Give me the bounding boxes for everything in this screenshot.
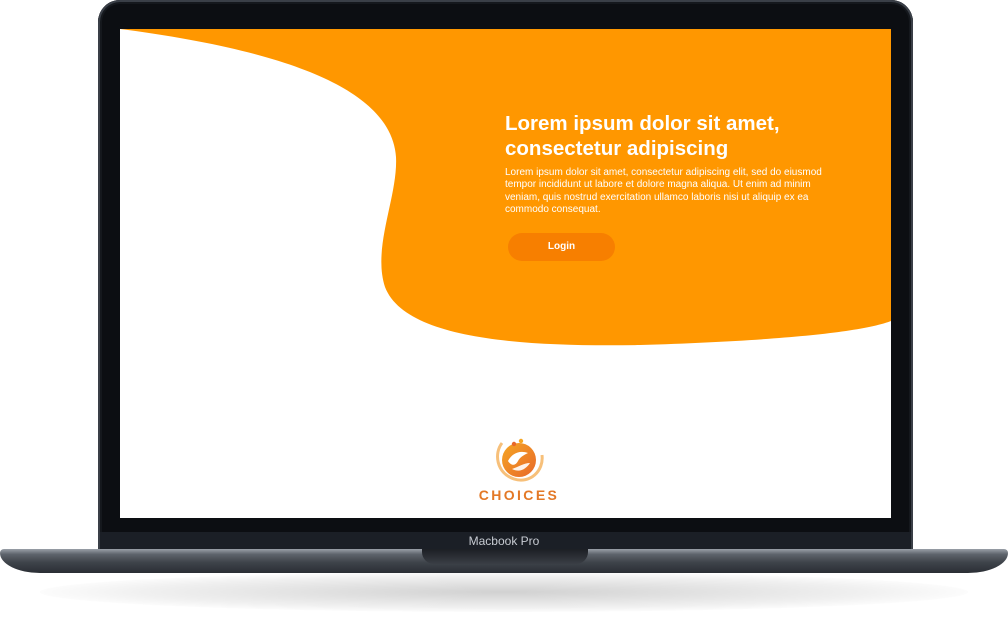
login-button[interactable]: Login xyxy=(508,233,615,261)
laptop-shadow xyxy=(40,572,968,612)
laptop-screen: Lorem ipsum dolor sit amet, consectetur … xyxy=(120,29,891,518)
hero-section: Lorem ipsum dolor sit amet, consectetur … xyxy=(505,111,835,217)
choices-logo: CHOICES xyxy=(476,433,562,507)
laptop-base-notch xyxy=(422,549,588,564)
brand-name: CHOICES xyxy=(478,487,560,503)
laptop-mockup: Lorem ipsum dolor sit amet, consectetur … xyxy=(0,0,1008,635)
device-label: Macbook Pro xyxy=(468,534,540,548)
hero-description: Lorem ipsum dolor sit amet, consectetur … xyxy=(505,167,822,216)
hands-circle-icon xyxy=(496,438,544,482)
hero-title: Lorem ipsum dolor sit amet, consectetur … xyxy=(505,112,780,160)
